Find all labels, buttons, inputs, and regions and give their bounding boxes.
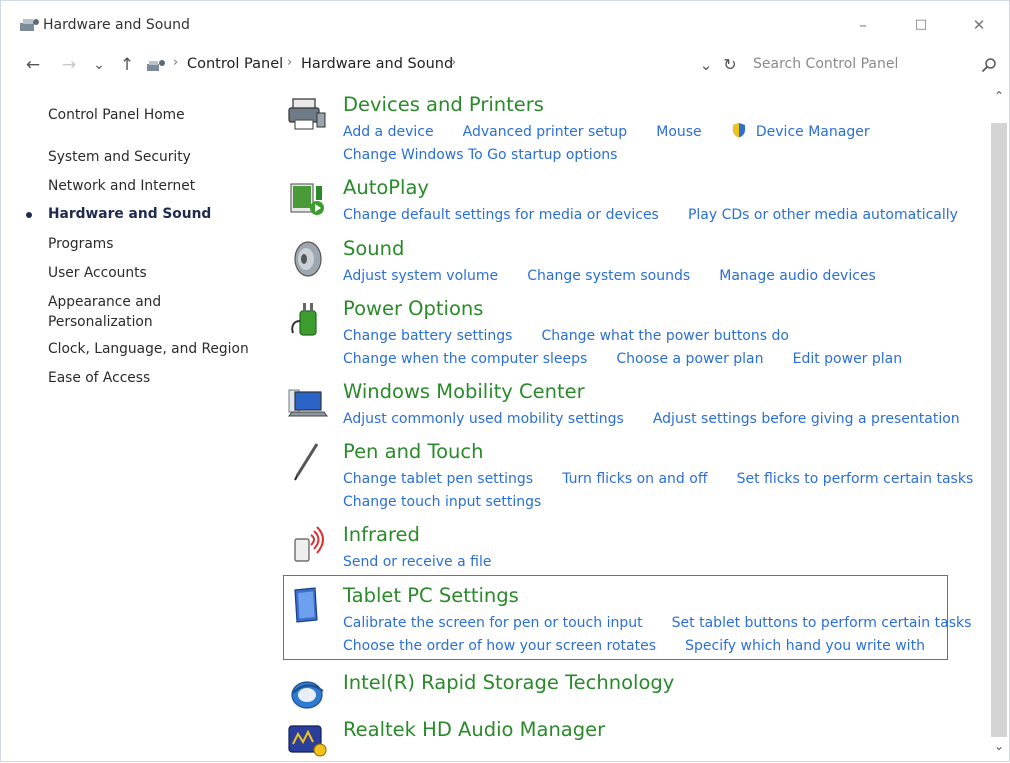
autoplay-icon xyxy=(290,183,324,215)
change-sounds-link[interactable]: Change system sounds xyxy=(527,268,690,284)
breadcrumb-separator[interactable]: › xyxy=(451,55,456,70)
presentation-settings-link[interactable]: Adjust settings before giving a presenta… xyxy=(653,411,960,427)
category-title[interactable]: Devices and Printers xyxy=(343,93,544,116)
recent-locations-button[interactable]: ⌄ xyxy=(89,53,109,77)
mobility-center-icon xyxy=(288,389,328,417)
breadcrumb-separator: › xyxy=(287,55,293,70)
sidebar-item-clock-language[interactable]: Clock, Language, and Region xyxy=(48,339,258,359)
pen-icon xyxy=(294,443,319,481)
refresh-button[interactable]: ↻ xyxy=(719,53,741,77)
sidebar-item-appearance[interactable]: Appearance and Personalization xyxy=(48,292,188,332)
category-title[interactable]: Sound xyxy=(343,237,404,260)
sidebar-item-control-panel-home[interactable]: Control Panel Home xyxy=(48,105,258,125)
intel-storage-icon xyxy=(291,681,324,709)
tablet-pen-settings-link[interactable]: Change tablet pen settings xyxy=(343,471,533,487)
battery-settings-link[interactable]: Change battery settings xyxy=(343,328,512,344)
manage-audio-devices-link[interactable]: Manage audio devices xyxy=(719,268,876,284)
touch-input-settings-link[interactable]: Change touch input settings xyxy=(343,494,541,510)
sidebar: Control Panel Home System and Security N… xyxy=(1,83,271,763)
category-title[interactable]: AutoPlay xyxy=(343,176,429,199)
choose-power-plan-link[interactable]: Choose a power plan xyxy=(616,351,763,367)
category-title[interactable]: Pen and Touch xyxy=(343,440,483,463)
power-buttons-link[interactable]: Change what the power buttons do xyxy=(542,328,789,344)
close-button[interactable]: ✕ xyxy=(965,14,993,36)
category-title[interactable]: Tablet PC Settings xyxy=(343,584,519,607)
breadcrumb-hardware-sound[interactable]: Hardware and Sound xyxy=(301,56,453,72)
set-flicks-link[interactable]: Set flicks to perform certain tasks xyxy=(737,471,974,487)
scroll-down-icon[interactable]: ⌄ xyxy=(989,739,1009,753)
vertical-scrollbar[interactable]: ⌃ ⌄ xyxy=(989,83,1009,761)
breadcrumb-control-panel[interactable]: Control Panel xyxy=(187,56,283,72)
link-row: Send or receive a file xyxy=(343,551,515,571)
category-title[interactable]: Intel(R) Rapid Storage Technology xyxy=(343,671,674,694)
category-title[interactable]: Realtek HD Audio Manager xyxy=(343,718,605,741)
tablet-icon xyxy=(294,587,318,623)
sidebar-item-programs[interactable]: Programs xyxy=(48,234,258,254)
sidebar-item-hardware-sound[interactable]: Hardware and Sound xyxy=(48,204,258,224)
minimize-button[interactable]: – xyxy=(849,14,877,36)
link-row: Change Windows To Go startup options xyxy=(343,144,641,164)
scroll-thumb[interactable] xyxy=(991,123,1007,737)
screen-rotation-link[interactable]: Choose the order of how your screen rota… xyxy=(343,638,656,654)
mouse-link[interactable]: Mouse xyxy=(656,124,701,140)
link-row: Change battery settings Change what the … xyxy=(343,325,813,345)
sidebar-item-system-security[interactable]: System and Security xyxy=(48,147,258,167)
edit-power-plan-link[interactable]: Edit power plan xyxy=(793,351,903,367)
up-button[interactable]: ↑ xyxy=(115,53,139,77)
address-dropdown-button[interactable]: ⌄ xyxy=(695,53,717,77)
turn-flicks-link[interactable]: Turn flicks on and off xyxy=(562,471,707,487)
search-icon[interactable] xyxy=(981,57,997,73)
sidebar-item-ease-of-access[interactable]: Ease of Access xyxy=(48,368,258,388)
back-button[interactable]: ← xyxy=(21,53,45,77)
control-panel-icon xyxy=(147,60,165,71)
scroll-up-icon[interactable]: ⌃ xyxy=(989,89,1009,103)
category-title[interactable]: Power Options xyxy=(343,297,483,320)
windows-to-go-link[interactable]: Change Windows To Go startup options xyxy=(343,147,617,163)
writing-hand-link[interactable]: Specify which hand you write with xyxy=(685,638,925,654)
search-input[interactable]: Search Control Panel xyxy=(753,56,898,72)
advanced-printer-setup-link[interactable]: Advanced printer setup xyxy=(463,124,627,140)
category-title[interactable]: Windows Mobility Center xyxy=(343,380,585,403)
address-bar: ← → ⌄ ↑ › Control Panel › Hardware and S… xyxy=(1,49,1009,83)
speaker-icon xyxy=(294,241,322,277)
send-receive-file-link[interactable]: Send or receive a file xyxy=(343,554,491,570)
infrared-icon xyxy=(294,526,324,562)
link-row: Adjust commonly used mobility settings A… xyxy=(343,408,984,428)
autoplay-defaults-link[interactable]: Change default settings for media or dev… xyxy=(343,207,659,223)
link-row: Add a device Advanced printer setup Mous… xyxy=(343,121,894,141)
link-row: Change tablet pen settings Turn flicks o… xyxy=(343,468,997,488)
breadcrumb-separator: › xyxy=(173,55,179,70)
link-row: Change default settings for media or dev… xyxy=(343,204,982,224)
device-manager-link[interactable]: Device Manager xyxy=(756,124,870,140)
realtek-audio-icon xyxy=(288,725,327,757)
tablet-buttons-link[interactable]: Set tablet buttons to perform certain ta… xyxy=(672,615,972,631)
control-panel-window: Hardware and Sound – □ ✕ ← → ⌄ ↑ › Contr… xyxy=(0,0,1010,762)
adjust-volume-link[interactable]: Adjust system volume xyxy=(343,268,498,284)
link-row: Change when the computer sleeps Choose a… xyxy=(343,348,926,368)
sidebar-item-user-accounts[interactable]: User Accounts xyxy=(48,263,258,283)
active-item-bullet xyxy=(26,212,32,218)
link-row: Adjust system volume Change system sound… xyxy=(343,265,900,285)
calibrate-screen-link[interactable]: Calibrate the screen for pen or touch in… xyxy=(343,615,643,631)
link-row: Change touch input settings xyxy=(343,491,565,511)
sidebar-item-network-internet[interactable]: Network and Internet xyxy=(48,176,258,196)
forward-button[interactable]: → xyxy=(57,53,81,77)
link-row: Choose the order of how your screen rota… xyxy=(343,635,949,655)
window-title: Hardware and Sound xyxy=(43,17,190,33)
shield-icon xyxy=(732,123,745,138)
mobility-settings-link[interactable]: Adjust commonly used mobility settings xyxy=(343,411,624,427)
link-row: Calibrate the screen for pen or touch in… xyxy=(343,612,995,632)
printer-icon xyxy=(288,98,326,130)
play-cds-link[interactable]: Play CDs or other media automatically xyxy=(688,207,958,223)
add-device-link[interactable]: Add a device xyxy=(343,124,434,140)
computer-sleeps-link[interactable]: Change when the computer sleeps xyxy=(343,351,587,367)
maximize-button[interactable]: □ xyxy=(907,14,935,36)
power-plug-icon xyxy=(291,303,317,336)
title-bar: Hardware and Sound – □ ✕ xyxy=(1,1,1009,49)
category-title[interactable]: Infrared xyxy=(343,523,420,546)
hardware-sound-icon xyxy=(20,19,39,31)
